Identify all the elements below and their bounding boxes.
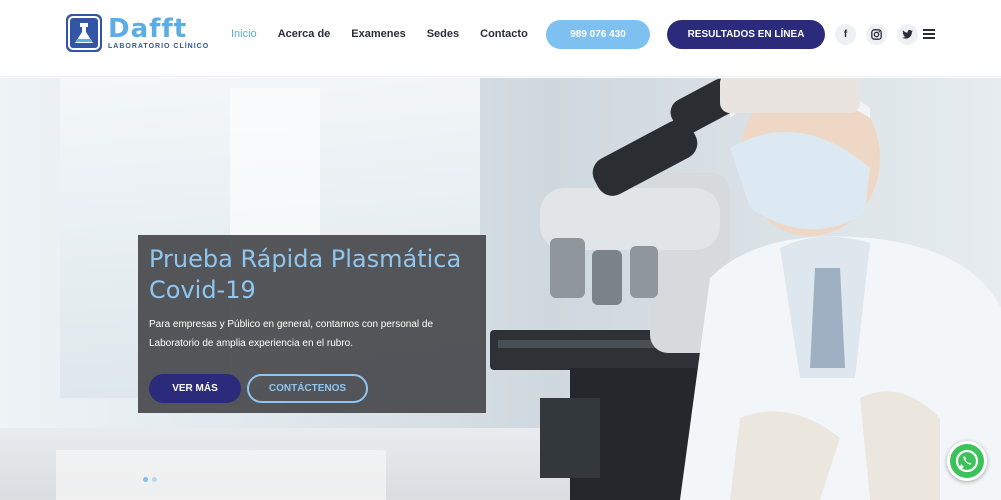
hero-title: Prueba Rápida Plasmática Covid-19 bbox=[149, 245, 462, 304]
hero-caption-box: Prueba Rápida Plasmática Covid-19 Para e… bbox=[138, 235, 486, 413]
nav-item-inicio[interactable]: Inicio bbox=[231, 28, 257, 40]
slider-pagination bbox=[143, 477, 161, 482]
logo[interactable]: Dafft LABORATORIO CLÍNICO bbox=[66, 14, 209, 52]
site-header: Dafft LABORATORIO CLÍNICO Inicio Acerca … bbox=[0, 0, 1001, 77]
brand-name: Dafft bbox=[108, 14, 188, 44]
nav-item-acerca-de[interactable]: Acerca de bbox=[278, 28, 331, 40]
hero-slider: Prueba Rápida Plasmática Covid-19 Para e… bbox=[0, 78, 1001, 500]
nav-item-sedes[interactable]: Sedes bbox=[427, 28, 459, 40]
flask-icon bbox=[66, 14, 102, 52]
online-results-button[interactable]: RESULTADOS EN LÍNEA bbox=[667, 20, 825, 49]
doctor-image bbox=[680, 78, 1001, 500]
slider-dot-1[interactable] bbox=[143, 477, 148, 482]
nav-item-examenes[interactable]: Examenes bbox=[351, 28, 405, 40]
phone-button[interactable]: 989 076 430 bbox=[546, 20, 650, 49]
hero-background-shelf bbox=[56, 450, 386, 500]
nav-item-contacto[interactable]: Contacto bbox=[480, 28, 528, 40]
main-nav: Inicio Acerca de Examenes Sedes Contacto bbox=[231, 28, 528, 40]
instagram-icon[interactable] bbox=[866, 24, 887, 45]
facebook-letter: f bbox=[843, 29, 848, 40]
hamburger-menu-icon[interactable] bbox=[923, 29, 935, 39]
facebook-icon[interactable]: f bbox=[835, 24, 856, 45]
see-more-button[interactable]: VER MÁS bbox=[149, 374, 241, 403]
brand-tagline: LABORATORIO CLÍNICO bbox=[108, 43, 210, 50]
twitter-icon[interactable] bbox=[897, 24, 918, 45]
whatsapp-icon[interactable] bbox=[947, 441, 987, 481]
contact-us-button[interactable]: CONTÁCTENOS bbox=[247, 374, 368, 403]
slider-dot-2[interactable] bbox=[152, 477, 157, 482]
hero-description: Para empresas y Público en general, cont… bbox=[149, 319, 434, 349]
